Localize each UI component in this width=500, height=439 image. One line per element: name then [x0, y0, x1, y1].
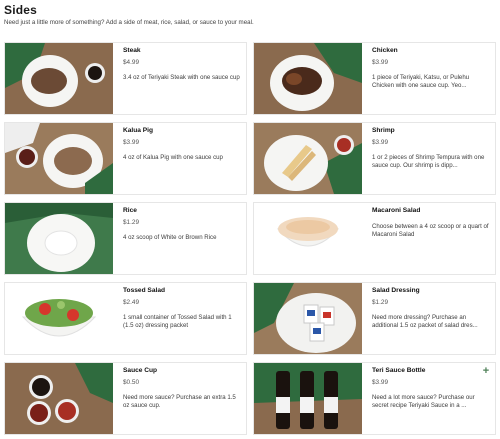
item-price: $1.29 — [123, 218, 139, 226]
item-name: Tossed Salad — [123, 287, 166, 294]
item-description: Need more sauce? Purchase an extra 1.5 o… — [123, 393, 236, 410]
menu-item-card-rice[interactable]: Rice $1.29 4 oz scoop of White or Brown … — [4, 202, 247, 275]
shrimp-image — [254, 123, 362, 194]
steak-image — [5, 43, 113, 114]
item-name: Chicken — [372, 47, 398, 54]
menu-item-card-shrimp[interactable]: Shrimp $3.99 1 or 2 pieces of Shrimp Tem… — [253, 122, 496, 195]
item-name: Macaroni Salad — [372, 207, 421, 214]
menu-item-card-salad-dressing[interactable]: Salad Dressing $1.29 Need more dressing?… — [253, 282, 496, 355]
tossed-salad-image — [5, 283, 113, 354]
item-description: 4 oz scoop of White or Brown Rice — [123, 233, 217, 241]
item-price: $3.99 — [123, 138, 139, 146]
item-price: $3.99 — [372, 138, 388, 146]
menu-item-card-tossed-salad[interactable]: Tossed Salad $2.49 1 small container of … — [4, 282, 247, 355]
item-price: $3.99 — [372, 58, 388, 66]
menu-item-card-sauce-cup[interactable]: Sauce Cup $0.50 Need more sauce? Purchas… — [4, 362, 247, 435]
rice-image — [5, 203, 113, 274]
item-name: Steak — [123, 47, 141, 54]
item-price: $3.99 — [372, 378, 388, 386]
menu-item-card-teri-sauce-bottle[interactable]: Teri Sauce Bottle $3.99 Need a lot more … — [253, 362, 496, 435]
item-description: 3.4 oz of Teriyaki Steak with one sauce … — [123, 73, 240, 81]
item-description: 1 or 2 pieces of Shrimp Tempura with one… — [372, 153, 485, 170]
item-price: $4.99 — [123, 58, 139, 66]
menu-item-card-kalua-pig[interactable]: Kalua Pig $3.99 4 oz of Kalua Pig with o… — [4, 122, 247, 195]
salad-dressing-image — [254, 283, 362, 354]
item-name: Salad Dressing — [372, 287, 420, 294]
item-description: 4 oz of Kalua Pig with one sauce cup — [123, 153, 223, 161]
item-name: Kalua Pig — [123, 127, 154, 134]
item-name: Shrimp — [372, 127, 395, 134]
teri-sauce-bottle-image — [254, 363, 362, 434]
menu-item-card-chicken[interactable]: Chicken $3.99 1 piece of Teriyaki, Katsu… — [253, 42, 496, 115]
sides-grid: Steak $4.99 3.4 oz of Teriyaki Steak wit… — [4, 42, 496, 435]
chicken-image — [254, 43, 362, 114]
item-description: Choose between a 4 oz scoop or a quart o… — [372, 222, 489, 239]
page-subtitle: Need just a little more of something? Ad… — [4, 19, 254, 26]
item-description: Need more dressing? Purchase an addition… — [372, 313, 478, 330]
item-price: $1.29 — [372, 298, 388, 306]
add-item-button[interactable]: + — [480, 365, 492, 377]
menu-item-card-steak[interactable]: Steak $4.99 3.4 oz of Teriyaki Steak wit… — [4, 42, 247, 115]
item-description: Need a lot more sauce? Purchase our secr… — [372, 393, 475, 410]
item-name: Sauce Cup — [123, 367, 158, 374]
item-name: Teri Sauce Bottle — [372, 367, 426, 374]
kalua-pig-image — [5, 123, 113, 194]
item-description: 1 piece of Teriyaki, Katsu, or Pulehu Ch… — [372, 73, 470, 90]
item-price: $2.49 — [123, 298, 139, 306]
item-price: $0.50 — [123, 378, 139, 386]
page-title: Sides — [4, 3, 38, 17]
macaroni-salad-image — [254, 203, 362, 274]
sauce-cup-image — [5, 363, 113, 434]
item-name: Rice — [123, 207, 137, 214]
menu-item-card-macaroni-salad[interactable]: Macaroni Salad Choose between a 4 oz sco… — [253, 202, 496, 275]
item-description: 1 small container of Tossed Salad with 1… — [123, 313, 232, 330]
